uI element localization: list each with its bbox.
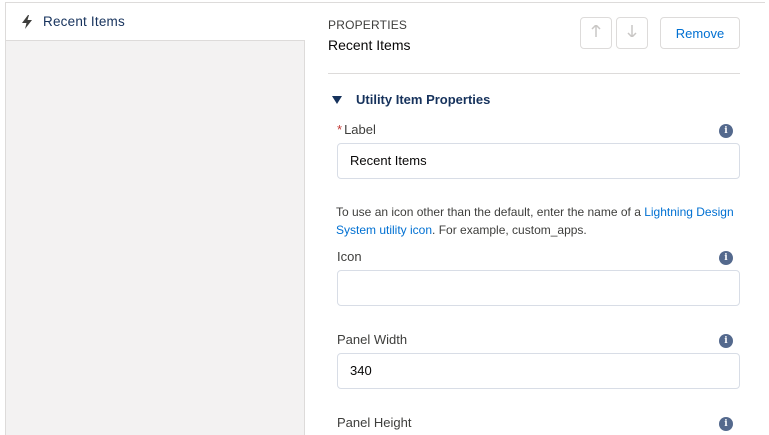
help-text-before: To use an icon other than the default, e… bbox=[336, 205, 645, 219]
info-icon[interactable]: i bbox=[719, 417, 733, 431]
utility-item-recent-items[interactable]: Recent Items bbox=[6, 3, 305, 41]
info-icon[interactable]: i bbox=[719, 124, 733, 138]
label-field-text: Label bbox=[344, 122, 376, 137]
properties-eyebrow: PROPERTIES bbox=[328, 18, 408, 32]
remove-button[interactable]: Remove bbox=[660, 17, 740, 49]
label-input[interactable]: Recent Items bbox=[337, 143, 740, 179]
utility-items-panel: Recent Items bbox=[6, 3, 305, 435]
header-divider bbox=[328, 73, 740, 74]
info-icon[interactable]: i bbox=[719, 251, 733, 265]
icon-field-label: Icon bbox=[337, 249, 362, 264]
label-field-label: * Label bbox=[337, 122, 376, 137]
move-down-button[interactable] bbox=[616, 17, 648, 49]
move-up-button[interactable] bbox=[580, 17, 612, 49]
triangle-down-icon bbox=[332, 95, 342, 104]
utility-item-properties-toggle[interactable]: Utility Item Properties bbox=[332, 92, 490, 107]
required-marker: * bbox=[337, 122, 343, 137]
panel-width-input[interactable]: 340 bbox=[337, 353, 740, 389]
section-title: Utility Item Properties bbox=[356, 92, 491, 107]
icon-help-text: To use an icon other than the default, e… bbox=[336, 203, 746, 239]
lightning-bolt-icon bbox=[21, 14, 33, 29]
icon-input[interactable] bbox=[337, 270, 740, 306]
properties-title: Recent Items bbox=[328, 37, 411, 53]
panel-height-label: Panel Height bbox=[337, 415, 412, 430]
help-text-after: . For example, custom_apps. bbox=[432, 223, 587, 237]
arrow-up-icon bbox=[591, 24, 601, 42]
panel-width-label: Panel Width bbox=[337, 332, 408, 347]
utility-item-label: Recent Items bbox=[43, 14, 125, 29]
arrow-down-icon bbox=[627, 24, 637, 42]
info-icon[interactable]: i bbox=[719, 334, 733, 348]
properties-panel: PROPERTIES Recent Items Remove Utility I… bbox=[305, 3, 767, 435]
